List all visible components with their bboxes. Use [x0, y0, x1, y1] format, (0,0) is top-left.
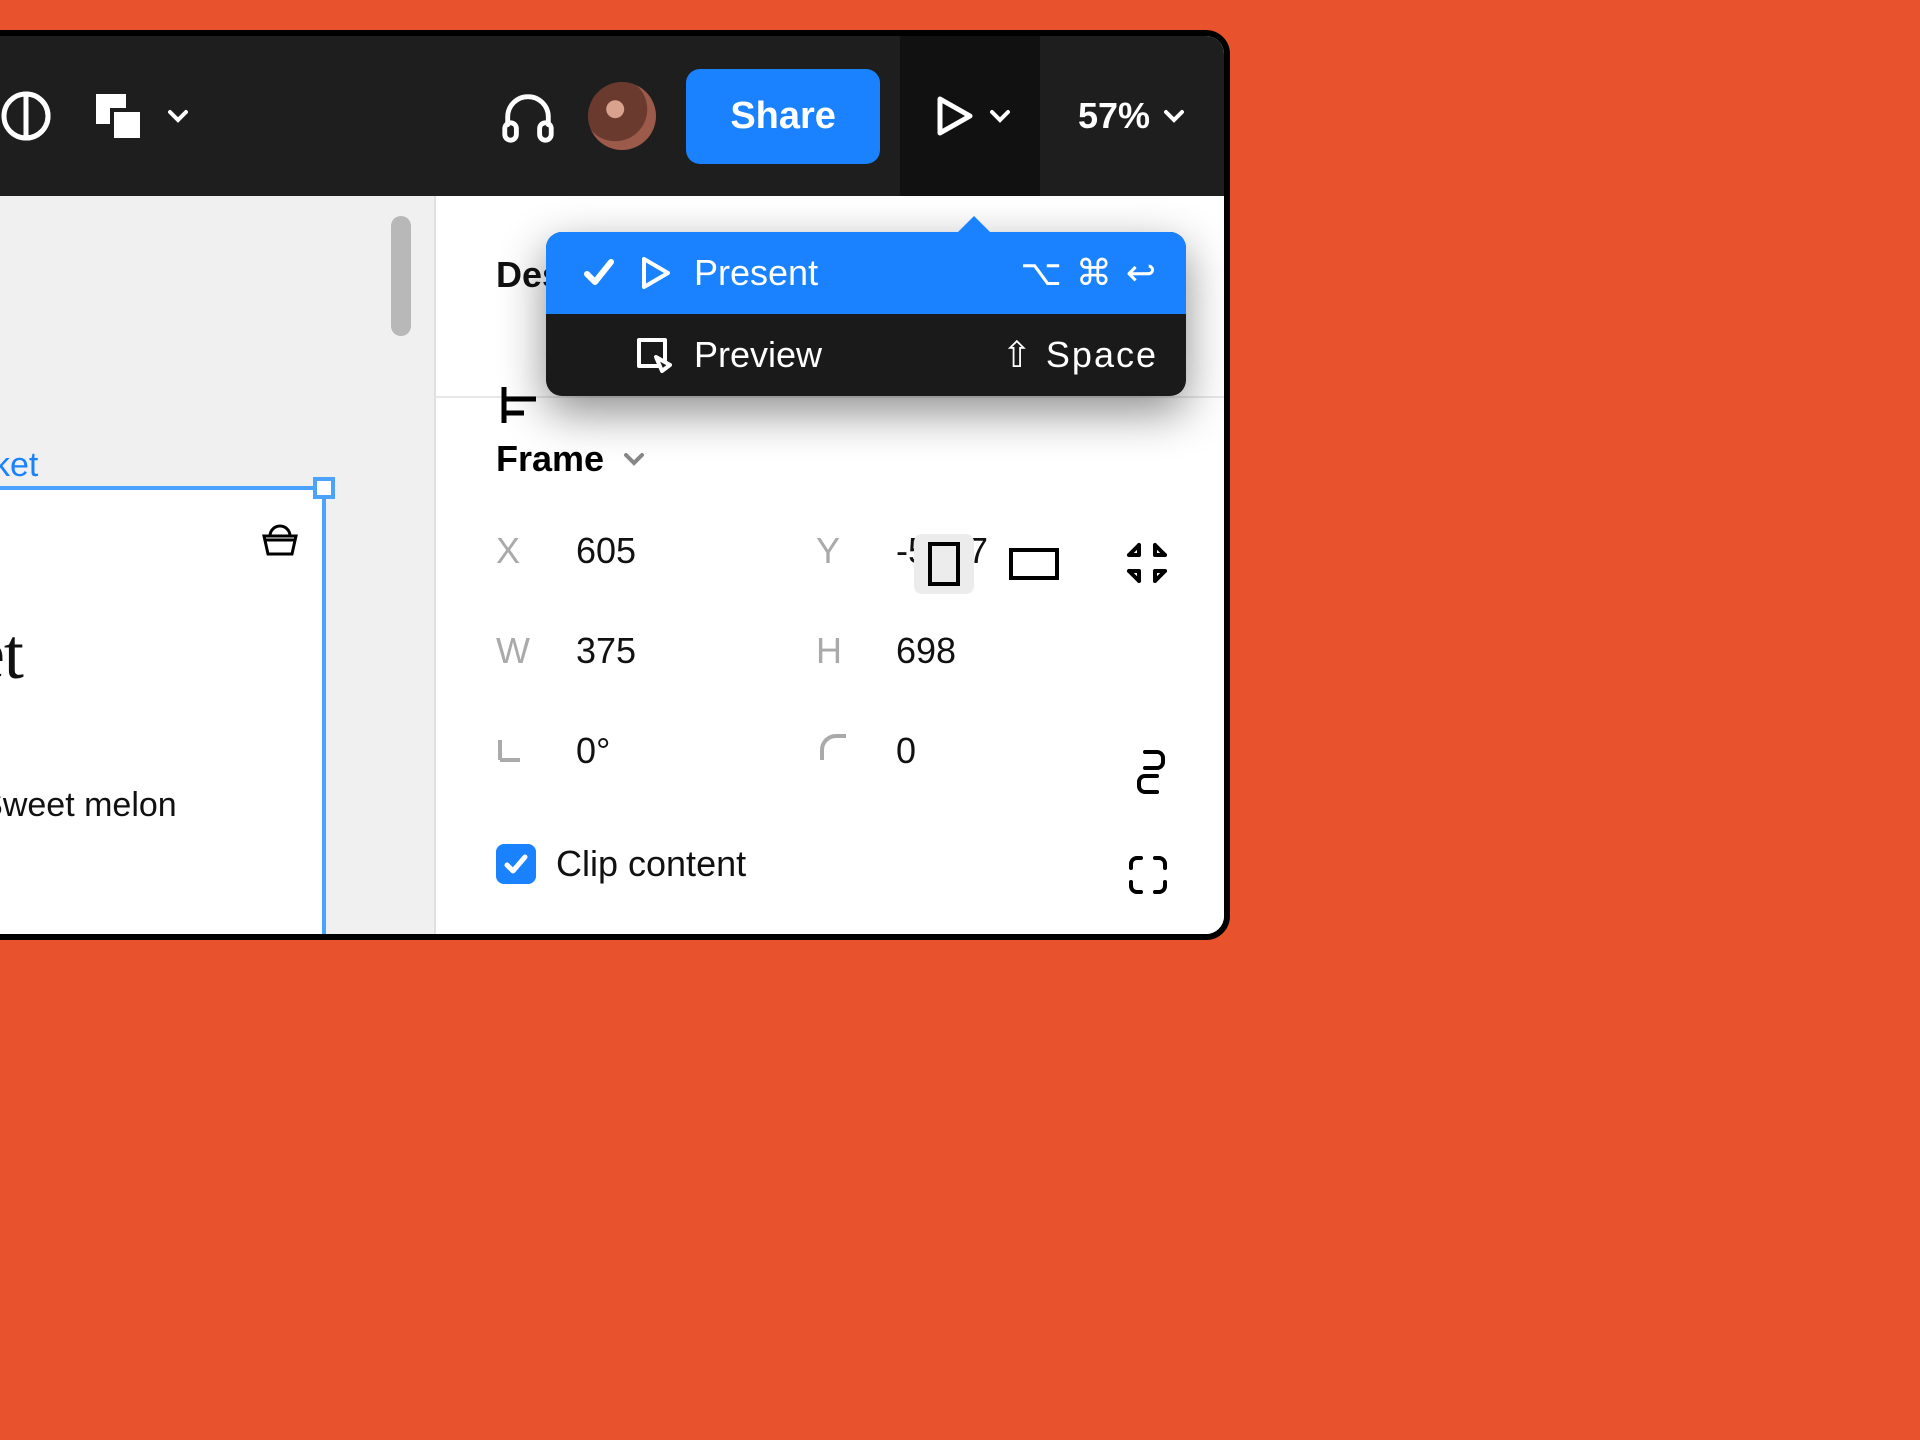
h-label: H: [816, 630, 856, 672]
frame-section-title[interactable]: Frame: [496, 438, 604, 480]
dropdown-item-preview[interactable]: Preview ⇧ Space: [546, 314, 1186, 396]
orientation-landscape-button[interactable]: [1004, 534, 1064, 594]
independent-corners-icon[interactable]: [1127, 854, 1169, 901]
frame-section: Frame: [436, 398, 1224, 885]
w-input[interactable]: 375: [576, 630, 776, 672]
dropdown-item-shortcut: ⌥ ⌘ ↩: [1020, 252, 1158, 294]
resize-handle[interactable]: [313, 477, 335, 499]
user-avatar[interactable]: [588, 82, 656, 150]
app-window: Share 57% sket d Peas: [0, 30, 1230, 940]
headphones-icon[interactable]: [498, 86, 558, 146]
preview-icon: [624, 335, 684, 375]
align-left-icon[interactable]: [496, 381, 544, 434]
x-label: X: [496, 530, 536, 572]
chevron-down-icon: [1162, 104, 1186, 128]
corner-radius-icon: [816, 730, 856, 773]
present-dropdown: Present ⌥ ⌘ ↩ Preview ⇧ Space: [546, 232, 1186, 396]
selected-frame[interactable]: d Peas asket imson Sweet melon .89/lb: [0, 486, 326, 940]
dropdown-item-label: Preview: [684, 334, 1002, 376]
link-dimensions-icon[interactable]: [1133, 748, 1169, 801]
product-name: imson Sweet melon: [0, 786, 302, 825]
half-circle-icon[interactable]: [0, 86, 56, 146]
orientation-portrait-button[interactable]: [914, 534, 974, 594]
chevron-down-icon: [988, 104, 1012, 128]
h-input[interactable]: 698: [896, 630, 1096, 672]
corner-radius-input[interactable]: 0: [896, 730, 1096, 773]
w-label: W: [496, 630, 536, 672]
rotation-input[interactable]: 0°: [576, 730, 776, 773]
product-price: .89/lb: [0, 837, 302, 876]
dropdown-item-shortcut: ⇧ Space: [1002, 334, 1158, 376]
product-row: imson Sweet melon .89/lb: [0, 696, 322, 876]
shapes-tool[interactable]: [90, 86, 190, 146]
clip-content-checkbox[interactable]: [496, 844, 536, 884]
rotation-icon: [496, 730, 536, 773]
zoom-control[interactable]: 57%: [1060, 95, 1204, 137]
resize-to-fit-icon[interactable]: [1125, 541, 1169, 590]
canvas[interactable]: sket d Peas asket imson Sweet melon .89/…: [0, 196, 436, 934]
dropdown-item-label: Present: [684, 252, 1020, 294]
top-toolbar: Share 57%: [0, 36, 1224, 196]
frame-header: d Peas: [0, 490, 322, 585]
dropdown-item-present[interactable]: Present ⌥ ⌘ ↩: [546, 232, 1186, 314]
y-label: Y: [816, 530, 856, 572]
frame-title: asket: [0, 585, 322, 696]
play-icon: [624, 253, 684, 293]
present-button[interactable]: [900, 36, 1040, 196]
zoom-value: 57%: [1078, 95, 1150, 137]
check-icon: [574, 256, 624, 290]
share-button[interactable]: Share: [686, 69, 880, 164]
basket-icon: [258, 516, 302, 560]
chevron-down-icon[interactable]: [622, 447, 646, 471]
scrollbar[interactable]: [391, 216, 411, 336]
play-icon: [928, 91, 978, 141]
frame-name-label[interactable]: sket: [0, 446, 38, 485]
clip-content-label: Clip content: [556, 843, 746, 885]
x-input[interactable]: 605: [576, 530, 776, 572]
chevron-down-icon: [166, 104, 190, 128]
